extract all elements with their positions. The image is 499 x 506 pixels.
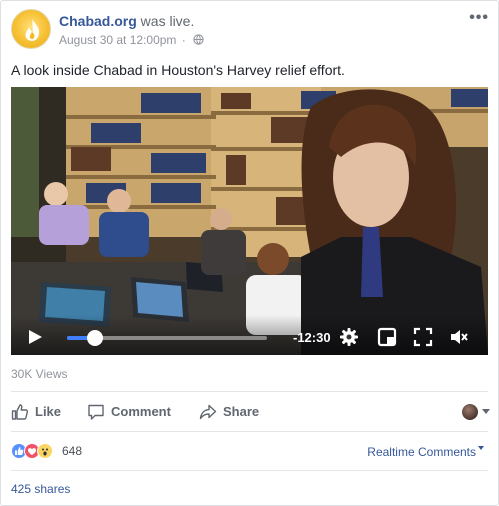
divider xyxy=(11,470,488,471)
play-icon[interactable] xyxy=(27,329,43,345)
post-actions-bar: Like Comment Share xyxy=(1,397,499,427)
realtime-comments-dropdown[interactable]: Realtime Comments xyxy=(367,445,484,459)
page-avatar[interactable] xyxy=(11,9,51,49)
share-arrow-icon xyxy=(199,404,217,420)
reactions-count: 648 xyxy=(62,444,83,458)
live-video-player[interactable]: -12:30 xyxy=(11,87,488,355)
globe-icon[interactable] xyxy=(193,34,204,45)
video-scrub-handle[interactable] xyxy=(87,330,103,346)
post-timestamp[interactable]: August 30 at 12:00pm xyxy=(59,33,176,47)
meta-separator: · xyxy=(181,33,186,47)
fullscreen-icon[interactable] xyxy=(413,327,433,347)
wow-reaction-icon xyxy=(37,443,53,459)
post-caption: A look inside Chabad in Houston's Harvey… xyxy=(11,62,345,78)
share-button[interactable]: Share xyxy=(199,401,269,423)
live-status-text: was live. xyxy=(140,13,195,29)
shares-count-link[interactable]: 425 shares xyxy=(11,482,70,496)
ellipsis-icon[interactable]: ••• xyxy=(469,9,489,27)
comment-button[interactable]: Comment xyxy=(87,401,183,423)
share-label: Share xyxy=(223,404,260,419)
video-progress-bar[interactable] xyxy=(67,330,267,346)
divider xyxy=(11,431,488,432)
realtime-comments-label: Realtime Comments xyxy=(367,445,476,459)
pop-out-icon[interactable] xyxy=(377,327,397,347)
like-button[interactable]: Like xyxy=(11,401,71,423)
page-name-link[interactable]: Chabad.org xyxy=(59,13,137,29)
post-header: Chabad.org was live. August 30 at 12:00p… xyxy=(11,9,491,53)
mute-icon[interactable] xyxy=(449,327,469,347)
post-card: Chabad.org was live. August 30 at 12:00p… xyxy=(0,0,499,506)
comment-bubble-icon xyxy=(88,404,104,420)
time-remaining: -12:30 xyxy=(293,330,331,345)
comment-label: Comment xyxy=(111,404,171,419)
chevron-down-icon[interactable] xyxy=(482,409,490,414)
video-controls: -12:30 xyxy=(11,315,488,355)
flame-logo-icon xyxy=(25,19,40,41)
share-as-avatar[interactable] xyxy=(462,404,478,420)
post-author-line: Chabad.org was live. xyxy=(59,12,194,30)
view-count: 30K Views xyxy=(11,367,68,381)
post-meta: August 30 at 12:00pm · xyxy=(59,32,204,48)
thumbs-up-icon xyxy=(11,404,29,420)
divider xyxy=(11,391,488,392)
settings-gear-icon[interactable] xyxy=(339,327,359,347)
caret-down-icon xyxy=(478,446,484,450)
like-label: Like xyxy=(35,404,62,419)
